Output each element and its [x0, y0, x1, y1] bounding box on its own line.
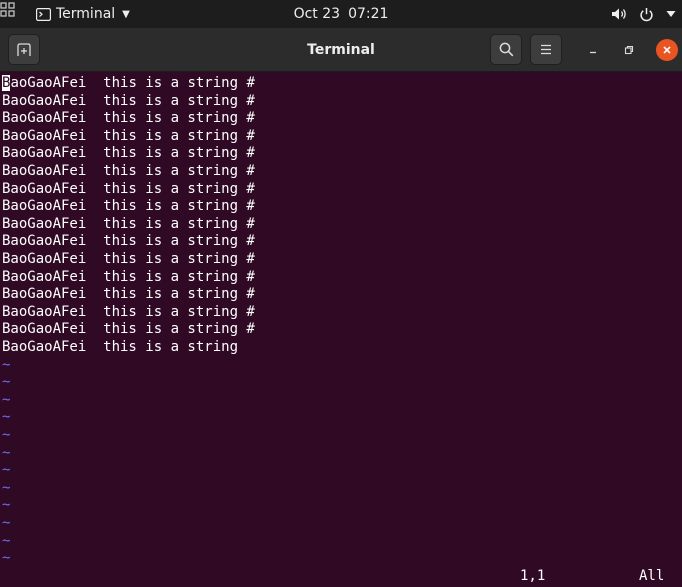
restore-button[interactable]: [618, 39, 640, 61]
terminal-app-icon: [36, 7, 51, 21]
editor-line: BaoGaoAFei this is a string #: [2, 321, 255, 338]
volume-icon[interactable]: [611, 7, 627, 21]
menu-button[interactable]: [530, 34, 562, 65]
clock-time: 07:21: [348, 6, 389, 22]
activities-icon[interactable]: [0, 2, 16, 18]
search-icon: [499, 42, 513, 57]
editor-line: BaoGaoAFei this is a string #: [2, 180, 255, 197]
system-tray[interactable]: [611, 0, 676, 28]
editor-line: BaoGaoAFei this is a string #: [2, 268, 255, 285]
empty-line-tilde: ~: [2, 427, 11, 443]
empty-line-tilde: ~: [2, 515, 11, 531]
new-tab-icon: [17, 42, 31, 56]
caret-down-icon: ▼: [122, 8, 130, 20]
editor-line: BaoGaoAFei this is a string #: [2, 233, 255, 250]
hamburger-menu-icon: [541, 44, 551, 55]
cursor-position: 1,1: [520, 568, 546, 584]
system-menu-caret-icon[interactable]: [666, 10, 676, 18]
editor-line: BaoGaoAFei this is a string #: [2, 145, 255, 162]
editor-line: BaoGaoAFei this is a string #: [2, 75, 255, 91]
empty-line-tilde: ~: [2, 532, 11, 549]
editor-line: BaoGaoAFei this is a string: [2, 339, 239, 355]
search-button[interactable]: [490, 34, 522, 65]
terminal-headerbar: Terminal: [0, 28, 682, 72]
scroll-indicator: All: [639, 568, 665, 584]
empty-line-tilde: ~: [2, 409, 11, 426]
editor-line: BaoGaoAFei this is a string #: [2, 110, 255, 127]
minimize-button[interactable]: [582, 39, 604, 61]
restore-icon: [624, 45, 634, 55]
editor-line: BaoGaoAFei this is a string #: [2, 92, 255, 109]
minimize-icon: [590, 51, 596, 54]
empty-line-tilde: ~: [2, 479, 11, 496]
power-icon[interactable]: [639, 7, 654, 22]
close-button[interactable]: [656, 39, 678, 61]
editor-line: BaoGaoAFei this is a string #: [2, 286, 255, 303]
app-menu-label: Terminal: [56, 6, 116, 22]
editor-line: BaoGaoAFei this is a string #: [2, 163, 255, 179]
editor-line: BaoGaoAFei this is a string #: [2, 198, 255, 215]
empty-line-tilde: ~: [2, 462, 11, 479]
clock-date: Oct 23: [293, 6, 341, 22]
app-menu[interactable]: Terminal ▼: [36, 0, 130, 28]
empty-line-tilde: ~: [2, 356, 11, 373]
terminal-content[interactable]: BaoGaoAFei this is a string # BaoGaoAFei…: [0, 72, 682, 587]
empty-line-tilde: ~: [2, 444, 11, 461]
editor-line: BaoGaoAFei this is a string #: [2, 303, 255, 320]
editor-line: BaoGaoAFei this is a string #: [2, 215, 255, 232]
editor-line: BaoGaoAFei this is a string #: [2, 127, 255, 144]
empty-line-tilde: ~: [2, 391, 11, 408]
window-title: Terminal: [307, 42, 375, 58]
close-icon: [663, 46, 671, 54]
top-bar: Terminal ▼ Oct 23 07:21: [0, 0, 682, 28]
empty-line-tilde: ~: [2, 550, 11, 567]
empty-line-tilde: ~: [2, 374, 11, 391]
editor-line: BaoGaoAFei this is a string #: [2, 251, 255, 267]
empty-line-tilde: ~: [2, 497, 11, 514]
new-tab-button[interactable]: [8, 34, 40, 65]
